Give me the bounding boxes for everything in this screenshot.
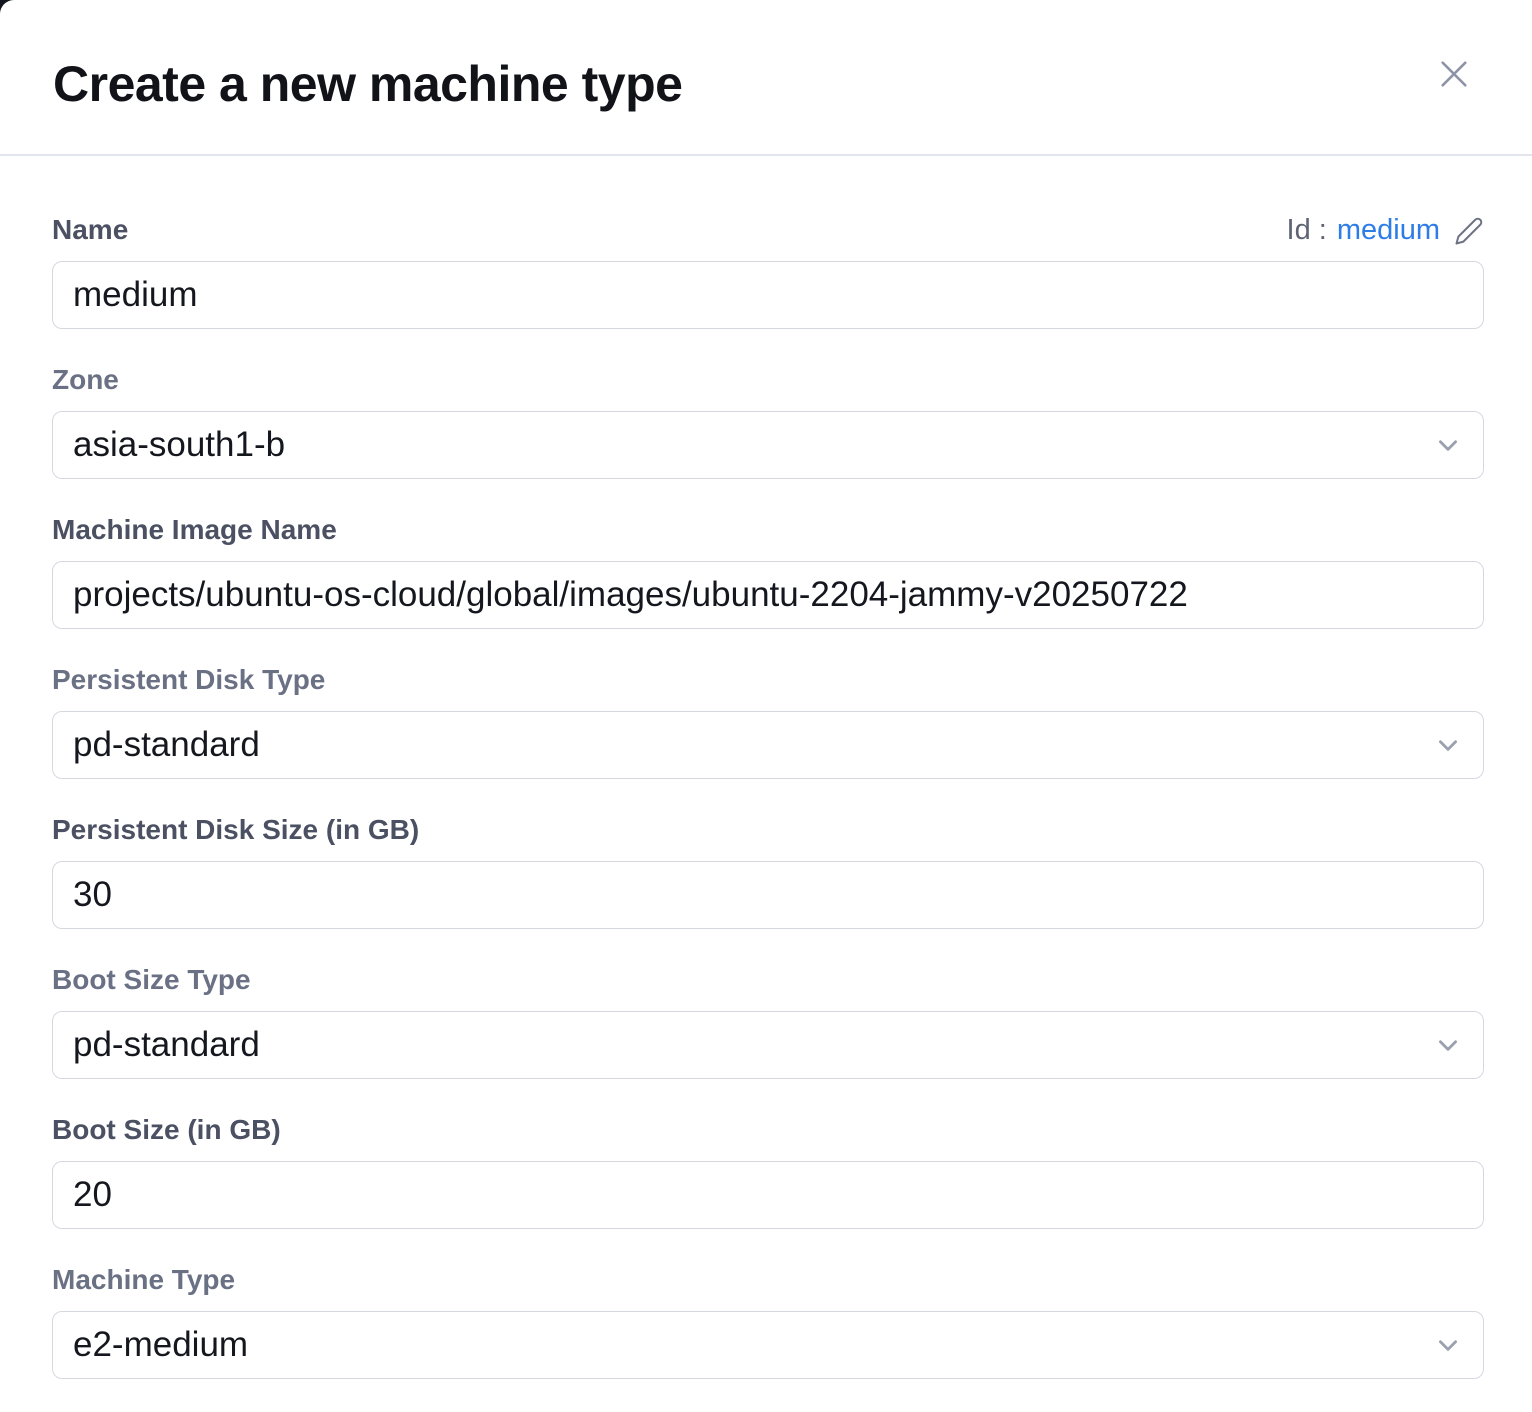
field-persistent-disk-size: Persistent Disk Size (in GB) [52,813,1484,929]
persistent-disk-type-select[interactable]: pd-standard [52,711,1484,779]
id-value: medium [1337,214,1440,247]
id-row: Id : medium [1287,214,1484,247]
chevron-down-icon [1435,1032,1461,1058]
field-machine-image-name: Machine Image Name [52,513,1484,629]
boot-size-type-value: pd-standard [73,1025,260,1065]
x-icon [1437,57,1471,91]
machine-image-name-input[interactable] [52,561,1484,629]
create-machine-type-modal: Create a new machine type Name Id : medi… [0,0,1532,1412]
field-persistent-disk-type: Persistent Disk Type pd-standard [52,663,1484,779]
chevron-down-icon [1435,432,1461,458]
field-machine-type: Machine Type e2-medium [52,1263,1484,1379]
modal-body: Name Id : medium Zone asia-south1-b [0,156,1532,1412]
boot-size-type-label: Boot Size Type [52,963,1484,997]
name-input[interactable] [52,261,1484,329]
close-button[interactable] [1432,52,1476,96]
pencil-icon[interactable] [1454,216,1484,246]
machine-image-name-label: Machine Image Name [52,513,1484,547]
zone-select-value: asia-south1-b [73,425,285,465]
field-zone: Zone asia-south1-b [52,363,1484,479]
name-label: Name [52,213,128,247]
boot-size-label: Boot Size (in GB) [52,1113,1484,1147]
chevron-down-icon [1435,1332,1461,1358]
zone-select[interactable]: asia-south1-b [52,411,1484,479]
boot-size-input[interactable] [52,1161,1484,1229]
chevron-down-icon [1435,732,1461,758]
modal-header: Create a new machine type [0,0,1532,156]
field-boot-size-type: Boot Size Type pd-standard [52,963,1484,1079]
machine-type-select[interactable]: e2-medium [52,1311,1484,1379]
field-name: Name Id : medium [52,213,1484,329]
machine-type-value: e2-medium [73,1325,248,1365]
zone-label: Zone [52,363,1484,397]
persistent-disk-type-value: pd-standard [73,725,260,765]
persistent-disk-size-input[interactable] [52,861,1484,929]
persistent-disk-type-label: Persistent Disk Type [52,663,1484,697]
id-label: Id : [1287,214,1327,247]
machine-type-label: Machine Type [52,1263,1484,1297]
persistent-disk-size-label: Persistent Disk Size (in GB) [52,813,1484,847]
modal-title: Create a new machine type [53,55,682,113]
field-boot-size: Boot Size (in GB) [52,1113,1484,1229]
boot-size-type-select[interactable]: pd-standard [52,1011,1484,1079]
